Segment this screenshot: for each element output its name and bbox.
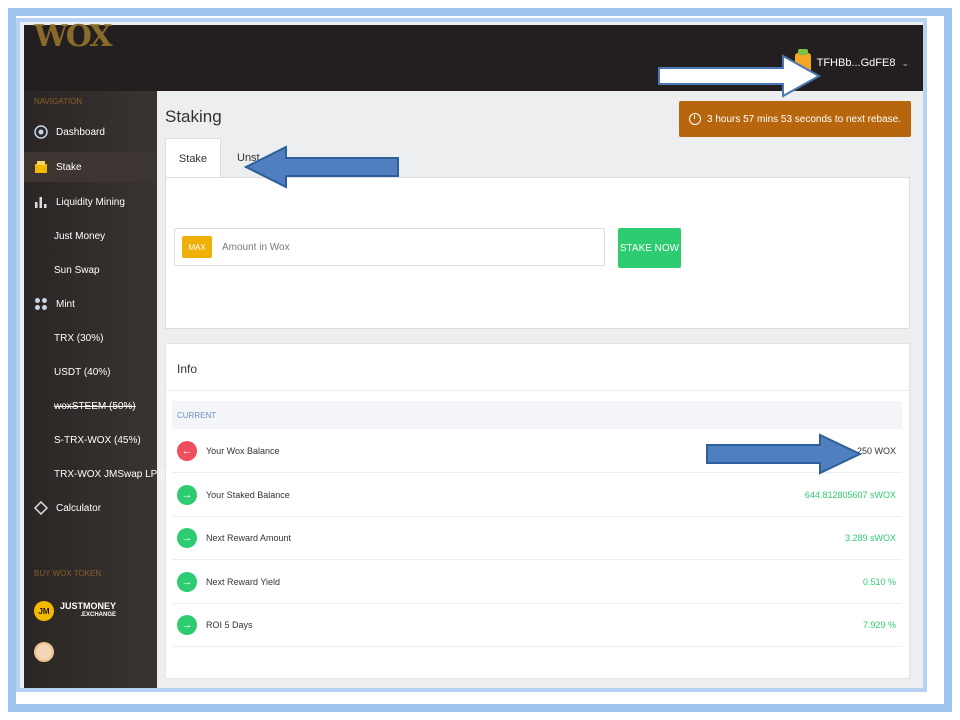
app-window: WOX TFHBb...GdFE8 ⌄ NAVIGATION Dashboard… xyxy=(16,18,927,692)
sidebar-item-label: Mint xyxy=(56,298,75,310)
clock-icon xyxy=(688,113,701,125)
sidebar-item-label: Liquidity Mining xyxy=(56,196,125,208)
stake-box-icon xyxy=(34,160,48,174)
current-section-header: CURRENT xyxy=(172,401,902,429)
annotation-arrow-wallet xyxy=(658,54,822,98)
info-row-next-reward-amount: → Next Reward Amount 3.289 sWOX xyxy=(172,517,902,560)
info-row-label: ROI 5 Days xyxy=(206,620,253,630)
page-title: Staking xyxy=(165,107,222,126)
rebase-timer-badge: 3 hours 57 mins 53 seconds to next rebas… xyxy=(678,101,911,137)
max-button[interactable]: MAX xyxy=(182,236,212,258)
calculator-diamond-icon xyxy=(34,501,48,515)
sidebar: NAVIGATION Dashboard Stake Liquidity Min… xyxy=(24,91,174,688)
dashboard-icon xyxy=(34,125,48,139)
justmoney-logo-icon: JM xyxy=(34,601,54,621)
partner-subname: .EXCHANGE xyxy=(80,612,117,618)
sidebar-item-label: S-TRX-WOX (45%) xyxy=(54,434,141,446)
annotation-arrow-balance xyxy=(706,433,863,475)
arrow-right-icon: → xyxy=(177,572,197,592)
sidebar-item-label: woxSTEEM (50%) xyxy=(54,400,136,412)
annotation-arrow-unstake xyxy=(243,145,399,189)
info-row-value: 0.510 % xyxy=(862,577,896,587)
sidebar-item-label: TRX (30%) xyxy=(54,332,104,344)
sidebar-item-dashboard[interactable]: Dashboard xyxy=(24,117,157,147)
rebase-timer-text: 3 hours 57 mins 53 seconds to next rebas… xyxy=(706,113,901,125)
bar-chart-icon xyxy=(34,195,48,209)
info-row-value: 7.929 % xyxy=(862,620,896,630)
partner-name: JUSTMONEY xyxy=(60,601,117,611)
sidebar-item-label: USDT (40%) xyxy=(54,366,111,378)
amount-input[interactable] xyxy=(220,240,584,254)
info-row-staked-balance: → Your Staked Balance 644.812805607 sWOX xyxy=(172,474,902,517)
sidebar-section-buy-wox: BUY WOX TOKEN xyxy=(34,569,102,578)
info-row-label: Your Staked Balance xyxy=(206,490,290,500)
avatar-face-icon xyxy=(34,642,54,662)
arrow-right-icon: → xyxy=(177,485,197,505)
info-row-value: 3.289 sWOX xyxy=(844,533,896,543)
info-row-label: Your Wox Balance xyxy=(206,446,280,456)
info-row-roi-5-days: → ROI 5 Days 7.929 % xyxy=(172,604,902,647)
info-panel: Info CURRENT ← Your Wox Balance 250 WOX … xyxy=(165,343,910,679)
chevron-down-icon: ⌄ xyxy=(901,57,909,68)
sidebar-item-label: Dashboard xyxy=(56,126,105,138)
sidebar-item-label: Calculator xyxy=(56,502,102,514)
stake-now-button[interactable]: STAKE NOW xyxy=(618,228,681,268)
sidebar-item-stake[interactable]: Stake xyxy=(24,152,157,182)
info-row-label: Next Reward Yield xyxy=(206,577,281,587)
amount-field: MAX xyxy=(174,228,605,266)
arrow-right-icon: → xyxy=(177,615,197,635)
justmoney-exchange-link[interactable]: JM JUSTMONEY .EXCHANGE xyxy=(34,601,116,621)
wallet-address: TFHBb...GdFE8 xyxy=(816,57,896,69)
info-row-next-reward-yield: → Next Reward Yield 0.510 % xyxy=(172,561,902,604)
sidebar-item-label: Just Money xyxy=(54,230,106,242)
sidebar-item-label: Stake xyxy=(56,161,82,173)
sidebar-item-mint[interactable]: Mint xyxy=(24,289,157,319)
info-row-value: 644.812805607 sWOX xyxy=(804,490,896,500)
stake-panel: MAX STAKE NOW xyxy=(165,177,910,329)
sidebar-item-label: Sun Swap xyxy=(54,264,100,276)
sidebar-item-calculator[interactable]: Calculator xyxy=(24,493,157,523)
wox-logo[interactable]: WOX xyxy=(34,22,113,54)
info-title: Info xyxy=(177,362,198,376)
divider xyxy=(166,390,909,391)
tab-stake[interactable]: Stake xyxy=(165,138,221,178)
mint-dots-icon xyxy=(34,297,48,311)
partner-avatar-link[interactable] xyxy=(34,642,54,662)
info-row-label: Next Reward Amount xyxy=(206,533,292,543)
sidebar-section-navigation: NAVIGATION xyxy=(34,97,83,106)
arrow-left-icon: ← xyxy=(177,441,197,461)
sidebar-item-liquidity-mining[interactable]: Liquidity Mining xyxy=(24,187,157,217)
arrow-right-icon: → xyxy=(177,528,197,548)
